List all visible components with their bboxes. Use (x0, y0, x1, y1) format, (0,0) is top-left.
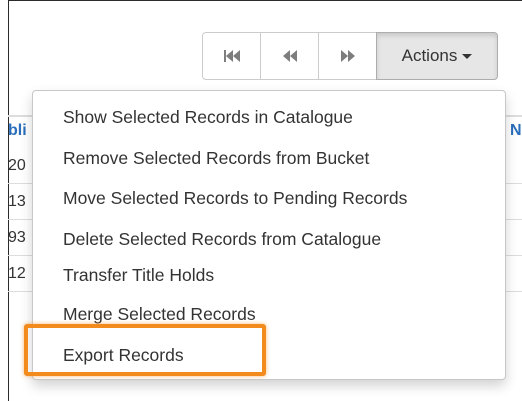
table-header-cell-right: N (510, 122, 522, 139)
caret-down-icon (462, 53, 473, 59)
actions-dropdown-button[interactable]: Actions (376, 32, 498, 80)
next-page-icon (340, 50, 355, 62)
menu-item-transfer-title-holds[interactable]: Transfer Title Holds (63, 265, 214, 286)
menu-item-remove-from-bucket[interactable]: Remove Selected Records from Bucket (63, 148, 369, 169)
first-page-button[interactable] (202, 32, 261, 80)
next-page-button[interactable] (318, 32, 377, 80)
menu-item-move-to-pending[interactable]: Move Selected Records to Pending Records (63, 188, 407, 209)
export-records-highlight (24, 324, 266, 376)
pager-button-group: Actions (202, 32, 498, 80)
menu-item-delete-from-catalogue[interactable]: Delete Selected Records from Catalogue (63, 229, 381, 250)
previous-page-button[interactable] (260, 32, 319, 80)
actions-label: Actions (401, 46, 458, 65)
first-page-icon (223, 50, 240, 62)
menu-item-show-in-catalogue[interactable]: Show Selected Records in Catalogue (63, 107, 353, 128)
previous-page-icon (282, 50, 297, 62)
menu-item-merge-records[interactable]: Merge Selected Records (63, 304, 256, 325)
